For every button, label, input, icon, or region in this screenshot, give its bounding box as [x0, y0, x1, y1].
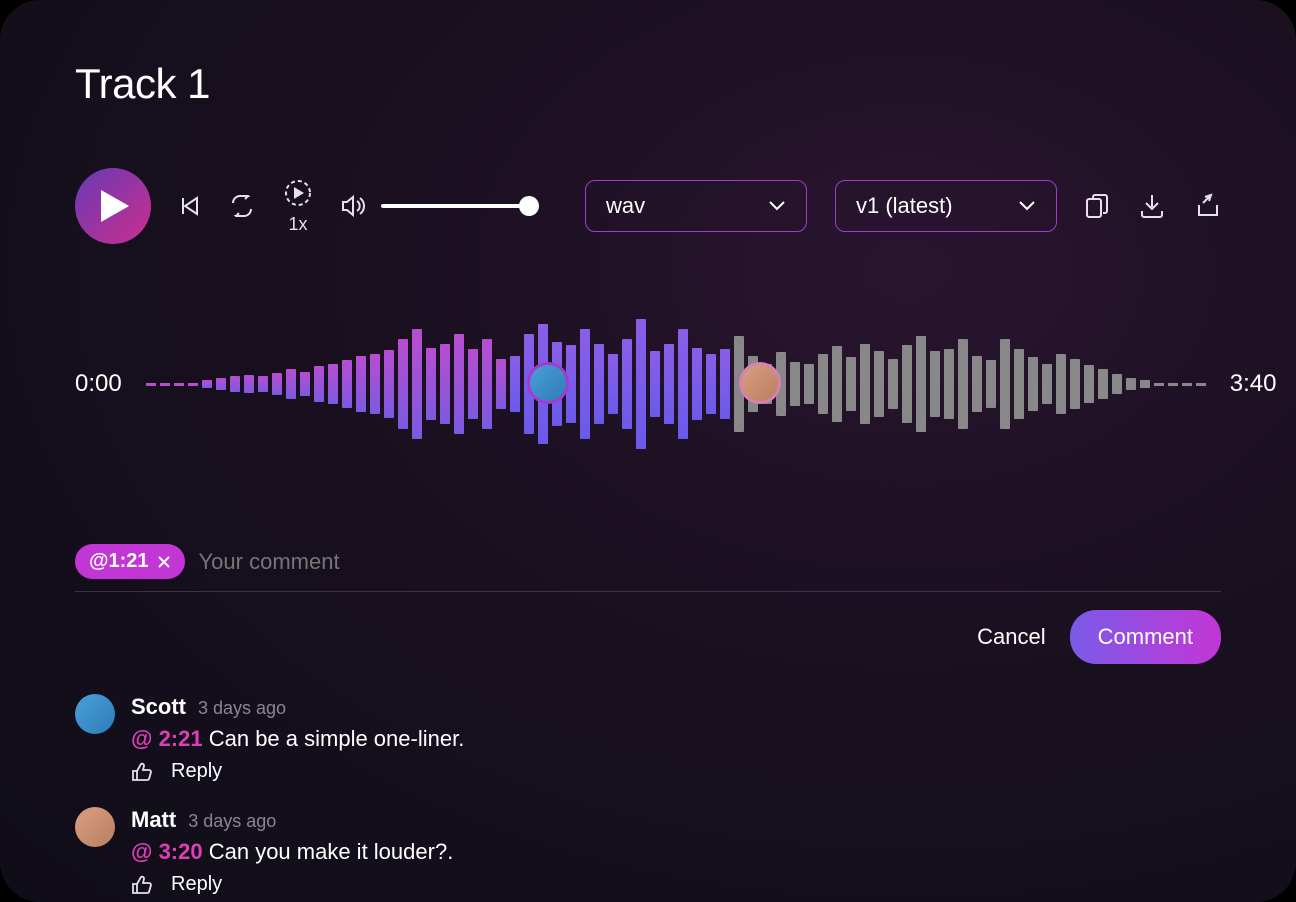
comments-list: Scott 3 days ago @ 2:21 Can be a simple …: [75, 694, 1221, 896]
action-icons: [1085, 193, 1221, 219]
comment-text: @ 3:20 Can you make it louder?.: [131, 839, 1221, 865]
comment-ago: 3 days ago: [198, 698, 286, 719]
loop-icon: [229, 195, 255, 217]
comment-input-row: @1:21: [75, 544, 1221, 592]
close-icon[interactable]: [157, 555, 171, 569]
track-title: Track 1: [75, 60, 1221, 108]
audio-player-card: Track 1 1x wav v1 (latest): [0, 0, 1296, 902]
timestamp-chip[interactable]: @1:21: [75, 544, 185, 579]
speed-button[interactable]: 1x: [283, 178, 313, 235]
download-icon: [1139, 193, 1165, 219]
avatar: [75, 807, 115, 847]
comment-ago: 3 days ago: [188, 811, 276, 832]
timestamp-chip-label: @1:21: [89, 550, 149, 573]
waveform-row: 0:00 3:40: [75, 314, 1221, 454]
volume-control: [341, 195, 531, 217]
volume-thumb[interactable]: [519, 196, 539, 216]
volume-slider[interactable]: [381, 204, 531, 208]
avatar: [75, 694, 115, 734]
version-value: v1 (latest): [856, 193, 953, 219]
format-value: wav: [606, 193, 645, 219]
time-end: 3:40: [1230, 370, 1277, 398]
play-button[interactable]: [75, 168, 151, 244]
playback-controls: 1x wav v1 (latest): [75, 168, 1221, 244]
comment-timestamp[interactable]: @ 3:20: [131, 839, 203, 864]
chevron-down-icon: [1018, 200, 1036, 212]
version-dropdown[interactable]: v1 (latest): [835, 180, 1057, 232]
format-dropdown[interactable]: wav: [585, 180, 807, 232]
share-button[interactable]: [1195, 193, 1221, 219]
time-start: 0:00: [75, 370, 122, 398]
comment-item: Scott 3 days ago @ 2:21 Can be a simple …: [75, 694, 1221, 783]
download-button[interactable]: [1139, 193, 1165, 219]
comment-author: Scott: [131, 694, 186, 720]
speed-icon: [283, 178, 313, 208]
previous-button[interactable]: [179, 195, 201, 217]
comment-marker-matt[interactable]: [739, 362, 781, 404]
comment-marker-scott[interactable]: [527, 362, 569, 404]
comment-button[interactable]: Comment: [1070, 610, 1221, 664]
comment-item: Matt 3 days ago @ 3:20 Can you make it l…: [75, 807, 1221, 896]
volume-icon: [341, 195, 365, 217]
comment-actions: Cancel Comment: [75, 610, 1221, 664]
thumbs-up-icon[interactable]: [131, 875, 153, 895]
waveform[interactable]: [146, 314, 1206, 454]
cancel-button[interactable]: Cancel: [977, 624, 1045, 650]
play-icon: [101, 190, 129, 222]
reply-button[interactable]: Reply: [171, 760, 222, 783]
comment-text: @ 2:21 Can be a simple one-liner.: [131, 726, 1221, 752]
skip-back-icon: [179, 195, 201, 217]
reply-button[interactable]: Reply: [171, 873, 222, 896]
copy-icon: [1085, 193, 1109, 219]
speed-label: 1x: [288, 214, 307, 235]
comment-input[interactable]: [199, 549, 1221, 575]
loop-button[interactable]: [229, 195, 255, 217]
volume-button[interactable]: [341, 195, 365, 217]
thumbs-up-icon[interactable]: [131, 762, 153, 782]
comment-timestamp[interactable]: @ 2:21: [131, 726, 203, 751]
share-icon: [1195, 193, 1221, 219]
chevron-down-icon: [768, 200, 786, 212]
copy-button[interactable]: [1085, 193, 1109, 219]
comment-author: Matt: [131, 807, 176, 833]
